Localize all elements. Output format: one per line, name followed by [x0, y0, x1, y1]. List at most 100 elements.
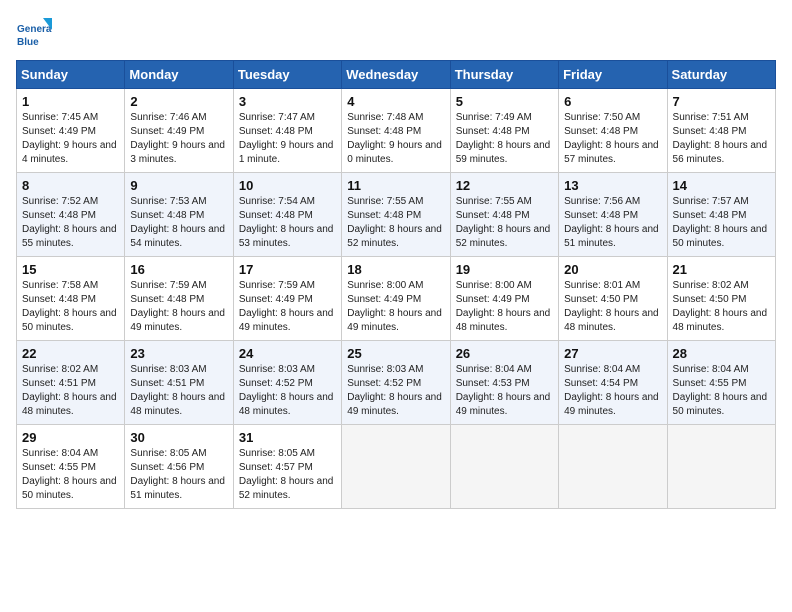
day-info: Sunrise: 7:51 AMSunset: 4:48 PMDaylight:… — [673, 111, 770, 167]
day-number: 6 — [564, 94, 661, 109]
day-info: Sunrise: 7:56 AMSunset: 4:48 PMDaylight:… — [564, 195, 661, 251]
day-info: Sunrise: 8:02 AMSunset: 4:50 PMDaylight:… — [673, 279, 770, 335]
day-cell-24: 24 Sunrise: 8:03 AMSunset: 4:52 PMDayligh… — [233, 341, 341, 425]
day-info: Sunrise: 7:57 AMSunset: 4:48 PMDaylight:… — [673, 195, 770, 251]
week-row-3: 15Sunrise: 7:58 AMSunset: 4:48 PMDayligh… — [17, 257, 776, 341]
day-number: 22 — [22, 346, 119, 361]
day-number: 17 — [239, 262, 336, 277]
day-cell-12: 12 Sunrise: 7:55 AMSunset: 4:48 PMDayligh… — [450, 173, 558, 257]
svg-text:General: General — [17, 24, 52, 35]
day-number: 14 — [673, 178, 770, 193]
day-cell-19: 19Sunrise: 8:00 AMSunset: 4:49 PMDayligh… — [450, 257, 558, 341]
day-number: 5 — [456, 94, 553, 109]
header-day-monday: Monday — [125, 61, 233, 89]
day-info: Sunrise: 7:46 AMSunset: 4:49 PMDaylight:… — [130, 111, 227, 167]
day-info: Sunrise: 7:49 AMSunset: 4:48 PMDaylight:… — [456, 111, 553, 167]
svg-text:Blue: Blue — [17, 37, 39, 48]
day-number: 31 — [239, 430, 336, 445]
week-row-5: 29Sunrise: 8:04 AMSunset: 4:55 PMDayligh… — [17, 425, 776, 509]
day-info: Sunrise: 8:03 AMSunset: 4:52 PMDaylight:… — [347, 363, 444, 419]
day-info: Sunrise: 8:05 AMSunset: 4:56 PMDaylight:… — [130, 447, 227, 503]
day-cell-23: 23Sunrise: 8:03 AMSunset: 4:51 PMDayligh… — [125, 341, 233, 425]
day-cell-11: 11 Sunrise: 7:55 AMSunset: 4:48 PMDayligh… — [342, 173, 450, 257]
header-day-friday: Friday — [559, 61, 667, 89]
header-day-thursday: Thursday — [450, 61, 558, 89]
day-number: 1 — [22, 94, 119, 109]
empty-cell — [667, 425, 775, 509]
day-cell-8: 8 Sunrise: 7:52 AMSunset: 4:48 PMDaylight… — [17, 173, 125, 257]
header-day-sunday: Sunday — [17, 61, 125, 89]
day-cell-22: 22Sunrise: 8:02 AMSunset: 4:51 PMDayligh… — [17, 341, 125, 425]
day-cell-13: 13 Sunrise: 7:56 AMSunset: 4:48 PMDayligh… — [559, 173, 667, 257]
day-cell-14: 14 Sunrise: 7:57 AMSunset: 4:48 PMDayligh… — [667, 173, 775, 257]
day-number: 9 — [130, 178, 227, 193]
day-number: 21 — [673, 262, 770, 277]
day-info: Sunrise: 8:04 AMSunset: 4:54 PMDaylight:… — [564, 363, 661, 419]
day-info: Sunrise: 7:53 AMSunset: 4:48 PMDaylight:… — [130, 195, 227, 251]
day-cell-5: 5 Sunrise: 7:49 AMSunset: 4:48 PMDaylight… — [450, 89, 558, 173]
day-number: 2 — [130, 94, 227, 109]
day-info: Sunrise: 8:03 AMSunset: 4:52 PMDaylight:… — [239, 363, 336, 419]
day-info: Sunrise: 8:04 AMSunset: 4:53 PMDaylight:… — [456, 363, 553, 419]
day-number: 13 — [564, 178, 661, 193]
day-cell-2: 2 Sunrise: 7:46 AMSunset: 4:49 PMDaylight… — [125, 89, 233, 173]
day-number: 3 — [239, 94, 336, 109]
week-row-4: 22Sunrise: 8:02 AMSunset: 4:51 PMDayligh… — [17, 341, 776, 425]
day-info: Sunrise: 7:55 AMSunset: 4:48 PMDaylight:… — [347, 195, 444, 251]
header-day-tuesday: Tuesday — [233, 61, 341, 89]
day-number: 24 — [239, 346, 336, 361]
day-cell-20: 20Sunrise: 8:01 AMSunset: 4:50 PMDayligh… — [559, 257, 667, 341]
day-info: Sunrise: 7:54 AMSunset: 4:48 PMDaylight:… — [239, 195, 336, 251]
week-row-2: 8 Sunrise: 7:52 AMSunset: 4:48 PMDaylight… — [17, 173, 776, 257]
day-info: Sunrise: 8:04 AMSunset: 4:55 PMDaylight:… — [673, 363, 770, 419]
calendar-table: SundayMondayTuesdayWednesdayThursdayFrid… — [16, 60, 776, 509]
day-number: 20 — [564, 262, 661, 277]
day-info: Sunrise: 7:50 AMSunset: 4:48 PMDaylight:… — [564, 111, 661, 167]
day-cell-7: 7 Sunrise: 7:51 AMSunset: 4:48 PMDaylight… — [667, 89, 775, 173]
page-header: General Blue — [16, 16, 776, 52]
empty-cell — [559, 425, 667, 509]
day-number: 30 — [130, 430, 227, 445]
day-info: Sunrise: 7:47 AMSunset: 4:48 PMDaylight:… — [239, 111, 336, 167]
logo-svg: General Blue — [16, 16, 52, 52]
day-info: Sunrise: 7:52 AMSunset: 4:48 PMDaylight:… — [22, 195, 119, 251]
day-info: Sunrise: 7:59 AMSunset: 4:48 PMDaylight:… — [130, 279, 227, 335]
day-number: 7 — [673, 94, 770, 109]
day-number: 19 — [456, 262, 553, 277]
day-number: 8 — [22, 178, 119, 193]
day-info: Sunrise: 7:55 AMSunset: 4:48 PMDaylight:… — [456, 195, 553, 251]
day-number: 12 — [456, 178, 553, 193]
day-number: 18 — [347, 262, 444, 277]
day-number: 11 — [347, 178, 444, 193]
day-cell-26: 26 Sunrise: 8:04 AMSunset: 4:53 PMDayligh… — [450, 341, 558, 425]
day-cell-28: 28Sunrise: 8:04 AMSunset: 4:55 PMDayligh… — [667, 341, 775, 425]
day-number: 4 — [347, 94, 444, 109]
header-day-wednesday: Wednesday — [342, 61, 450, 89]
day-number: 25 — [347, 346, 444, 361]
day-cell-27: 27 Sunrise: 8:04 AMSunset: 4:54 PMDayligh… — [559, 341, 667, 425]
day-number: 26 — [456, 346, 553, 361]
day-info: Sunrise: 7:45 AMSunset: 4:49 PMDaylight:… — [22, 111, 119, 167]
header-day-saturday: Saturday — [667, 61, 775, 89]
day-cell-1: 1 Sunrise: 7:45 AMSunset: 4:49 PMDaylight… — [17, 89, 125, 173]
day-cell-21: 21 Sunrise: 8:02 AMSunset: 4:50 PMDayligh… — [667, 257, 775, 341]
day-number: 10 — [239, 178, 336, 193]
day-info: Sunrise: 7:59 AMSunset: 4:49 PMDaylight:… — [239, 279, 336, 335]
logo: General Blue — [16, 16, 52, 52]
empty-cell — [342, 425, 450, 509]
day-number: 16 — [130, 262, 227, 277]
day-cell-9: 9 Sunrise: 7:53 AMSunset: 4:48 PMDaylight… — [125, 173, 233, 257]
day-cell-6: 6 Sunrise: 7:50 AMSunset: 4:48 PMDaylight… — [559, 89, 667, 173]
day-cell-29: 29Sunrise: 8:04 AMSunset: 4:55 PMDayligh… — [17, 425, 125, 509]
day-cell-30: 30 Sunrise: 8:05 AMSunset: 4:56 PMDayligh… — [125, 425, 233, 509]
day-cell-25: 25 Sunrise: 8:03 AMSunset: 4:52 PMDayligh… — [342, 341, 450, 425]
day-cell-31: 31Sunrise: 8:05 AMSunset: 4:57 PMDayligh… — [233, 425, 341, 509]
calendar-header-row: SundayMondayTuesdayWednesdayThursdayFrid… — [17, 61, 776, 89]
day-cell-3: 3 Sunrise: 7:47 AMSunset: 4:48 PMDaylight… — [233, 89, 341, 173]
day-info: Sunrise: 7:58 AMSunset: 4:48 PMDaylight:… — [22, 279, 119, 335]
day-info: Sunrise: 8:04 AMSunset: 4:55 PMDaylight:… — [22, 447, 119, 503]
day-number: 27 — [564, 346, 661, 361]
week-row-1: 1 Sunrise: 7:45 AMSunset: 4:49 PMDaylight… — [17, 89, 776, 173]
day-cell-4: 4Sunrise: 7:48 AMSunset: 4:48 PMDaylight… — [342, 89, 450, 173]
day-cell-16: 16 Sunrise: 7:59 AMSunset: 4:48 PMDayligh… — [125, 257, 233, 341]
